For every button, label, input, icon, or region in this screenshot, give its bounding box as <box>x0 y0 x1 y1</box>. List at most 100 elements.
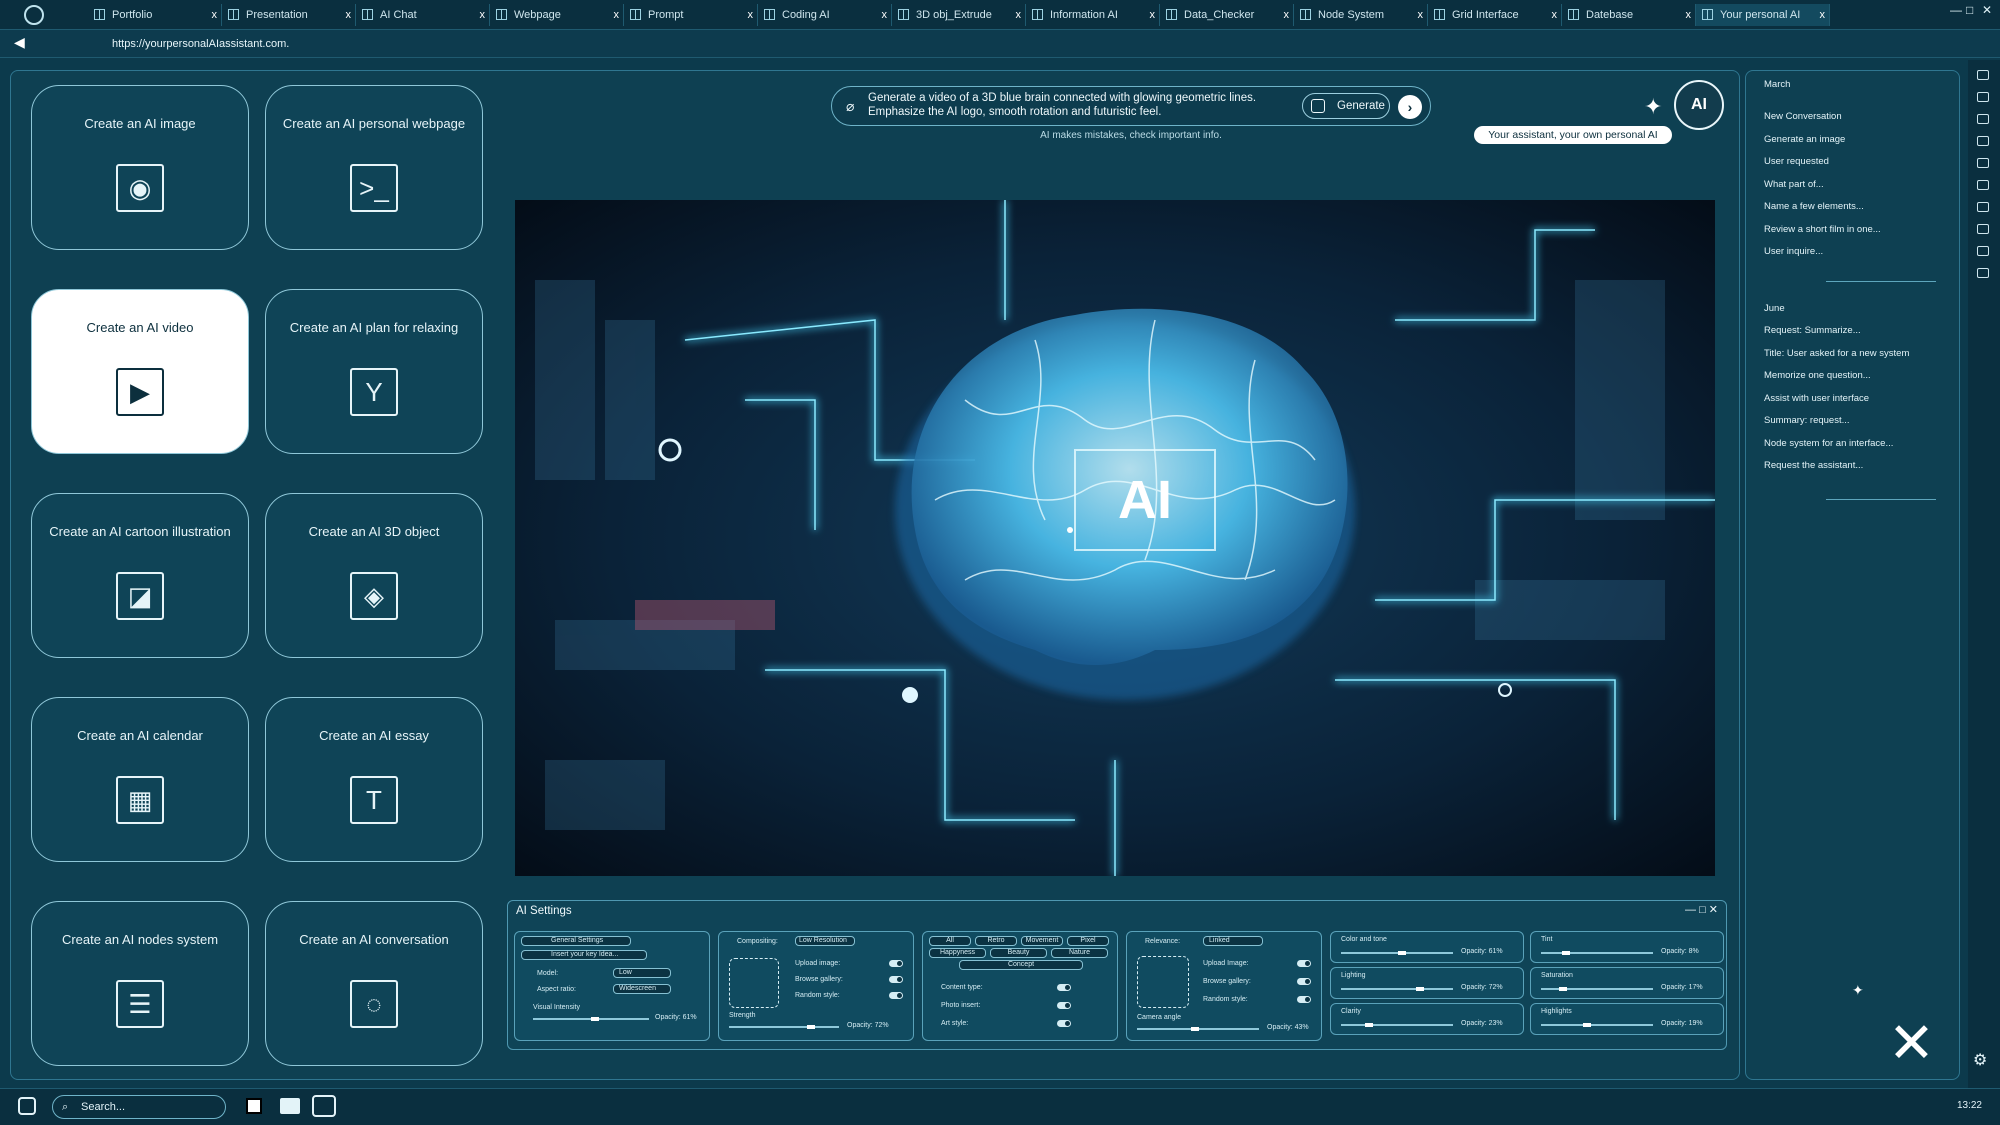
tool-icon-8[interactable] <box>1977 224 1989 234</box>
tool-icon-5[interactable] <box>1977 158 1989 168</box>
tab-7[interactable]: Information AI x <box>1026 4 1160 26</box>
attach-icon[interactable]: ⌀ <box>846 98 854 115</box>
card-image[interactable]: Create an AI image ◉ <box>31 85 249 250</box>
photo-insert-toggle[interactable] <box>1057 1002 1071 1009</box>
tab-close-icon[interactable]: x <box>882 4 888 26</box>
camera-angle-slider[interactable] <box>1137 1027 1259 1031</box>
content-type-toggle[interactable] <box>1057 984 1071 991</box>
adjust-knob[interactable] <box>1562 951 1570 955</box>
tool-icon-2[interactable] <box>1977 92 1989 102</box>
minimize-button[interactable]: — <box>1950 3 1962 17</box>
tab-1[interactable]: Presentation x <box>222 4 356 26</box>
history-item[interactable]: Assist with user interface <box>1764 393 1869 404</box>
tab-3[interactable]: Webpage x <box>490 4 624 26</box>
tab-9[interactable]: Node System x <box>1294 4 1428 26</box>
card-terminal[interactable]: Create an AI personal webpage >_ <box>265 85 483 250</box>
card-cocktail[interactable]: Create an AI plan for relaxing Y <box>265 289 483 454</box>
strength-slider[interactable] <box>729 1025 839 1029</box>
history-item[interactable]: Memorize one question... <box>1764 370 1871 381</box>
browse-gallery-toggle[interactable] <box>889 976 903 983</box>
card-illustration[interactable]: Create an AI cartoon illustration ◪ <box>31 493 249 658</box>
browser-logo-icon[interactable] <box>24 5 44 25</box>
tab-10[interactable]: Grid Interface x <box>1428 4 1562 26</box>
history-item[interactable]: Node system for an interface... <box>1764 438 1893 449</box>
history-item[interactable]: What part of... <box>1764 179 1824 190</box>
tab-8[interactable]: Data_Checker x <box>1160 4 1294 26</box>
tab-close-icon[interactable]: x <box>480 4 486 26</box>
history-item[interactable]: Name a few elements... <box>1764 201 1864 212</box>
history-item[interactable]: Request: Summarize... <box>1764 325 1861 336</box>
card-nodes[interactable]: Create an AI nodes system ☰ <box>31 901 249 1066</box>
history-item[interactable]: Summary: request... <box>1764 415 1850 426</box>
tool-icon-3[interactable] <box>1977 114 1989 124</box>
camera-preview-icon[interactable] <box>1137 956 1189 1008</box>
back-arrow-icon[interactable]: ◀ <box>14 34 25 51</box>
tab-close-icon[interactable]: x <box>1686 4 1692 26</box>
history-item[interactable]: Request the assistant... <box>1764 460 1863 471</box>
card-text[interactable]: Create an AI essay T <box>265 697 483 862</box>
random-style-toggle[interactable] <box>889 992 903 999</box>
tab-close-icon[interactable]: x <box>748 4 754 26</box>
tab-4[interactable]: Prompt x <box>624 4 758 26</box>
history-item[interactable]: User requested <box>1764 156 1829 167</box>
settings-window-controls[interactable]: — □ ✕ <box>1685 903 1718 916</box>
tool-icon-7[interactable] <box>1977 202 1989 212</box>
history-item[interactable]: Title: User asked for a new system <box>1764 348 1909 359</box>
start-icon[interactable] <box>18 1097 36 1115</box>
card-play[interactable]: Create an AI video ▶ <box>31 289 249 454</box>
settings-gear-icon[interactable]: ⚙ <box>1973 1050 1987 1070</box>
adjust-knob[interactable] <box>1416 987 1424 991</box>
tool-icon-9[interactable] <box>1977 246 1989 256</box>
adjust-slider[interactable] <box>1541 1023 1653 1027</box>
tool-icon-10[interactable] <box>1977 268 1989 278</box>
adjust-knob[interactable] <box>1398 951 1406 955</box>
card-calendar[interactable]: Create an AI calendar ▦ <box>31 697 249 862</box>
assistant-avatar[interactable]: AI <box>1674 80 1724 130</box>
style-chip[interactable]: Movement <box>1021 936 1063 946</box>
tab-close-icon[interactable]: x <box>614 4 620 26</box>
tab-5[interactable]: Coding AI x <box>758 4 892 26</box>
tab-11[interactable]: Datebase x <box>1562 4 1696 26</box>
send-button[interactable]: › <box>1398 95 1422 119</box>
card-conversation[interactable]: Create an AI conversation ◌ <box>265 901 483 1066</box>
history-item[interactable]: Review a short film in one... <box>1764 224 1881 235</box>
adjust-knob[interactable] <box>1365 1023 1373 1027</box>
generate-button[interactable]: Generate <box>1302 93 1390 119</box>
folder-icon[interactable] <box>280 1098 300 1114</box>
tab-close-icon[interactable]: x <box>1016 4 1022 26</box>
style-chip[interactable]: Pixel <box>1067 936 1109 946</box>
style-chip[interactable]: Beauty <box>990 948 1047 958</box>
app-icon-1[interactable] <box>246 1098 262 1114</box>
style-chip[interactable]: Retro <box>975 936 1017 946</box>
tool-icon-4[interactable] <box>1977 136 1989 146</box>
style-chip[interactable]: Nature <box>1051 948 1108 958</box>
history-item[interactable]: New Conversation <box>1764 111 1842 122</box>
tab-close-icon[interactable]: x <box>1820 4 1826 26</box>
style-chip[interactable]: All <box>929 936 971 946</box>
prompt-input[interactable]: Generate a video of a 3D blue brain conn… <box>868 91 1298 119</box>
visual-intensity-slider[interactable] <box>533 1017 649 1021</box>
tab-6[interactable]: 3D obj_Extrude x <box>892 4 1026 26</box>
upload-image-toggle[interactable] <box>889 960 903 967</box>
style-chip[interactable]: Happyness <box>929 948 986 958</box>
tab-close-icon[interactable]: x <box>346 4 352 26</box>
tab-close-icon[interactable]: x <box>1150 4 1156 26</box>
adjust-slider[interactable] <box>1541 951 1653 955</box>
image-upload-icon[interactable] <box>729 958 779 1008</box>
tab-close-icon[interactable]: x <box>1284 4 1290 26</box>
browse-gallery-toggle-2[interactable] <box>1297 978 1311 985</box>
assistant-app-icon[interactable] <box>312 1095 336 1117</box>
style-chip[interactable]: Concept <box>959 960 1083 970</box>
tab-close-icon[interactable]: x <box>212 4 218 26</box>
history-item[interactable]: User inquire... <box>1764 246 1823 257</box>
random-style-toggle-2[interactable] <box>1297 996 1311 1003</box>
tab-12[interactable]: Your personal AI x <box>1696 4 1830 26</box>
url-field[interactable]: https://yourpersonalAIassistant.com. <box>52 34 1752 54</box>
maximize-button[interactable]: □ <box>1966 3 1973 17</box>
adjust-slider[interactable] <box>1341 1023 1453 1027</box>
upload-image-toggle-2[interactable] <box>1297 960 1311 967</box>
adjust-slider[interactable] <box>1341 987 1453 991</box>
tool-icon-6[interactable] <box>1977 180 1989 190</box>
tab-close-icon[interactable]: x <box>1418 4 1424 26</box>
history-item[interactable]: Generate an image <box>1764 134 1845 145</box>
